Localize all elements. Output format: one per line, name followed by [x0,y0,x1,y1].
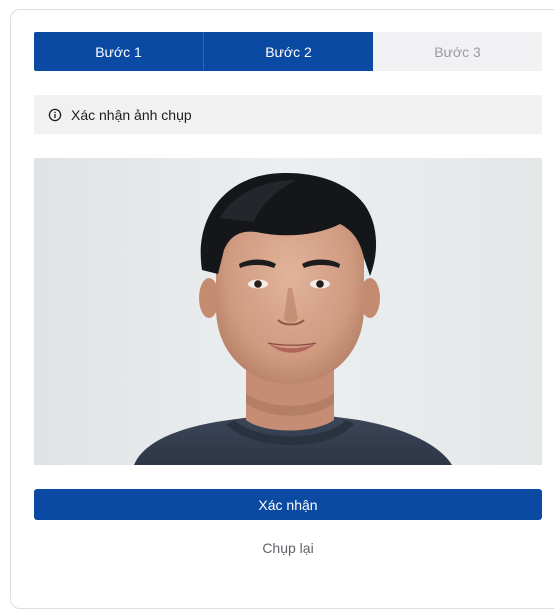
confirm-photo-notice: Xác nhận ảnh chụp [34,95,542,134]
step-2[interactable]: Bước 2 [203,32,373,71]
step-3[interactable]: Bước 3 [373,32,542,71]
captured-photo [34,158,542,465]
notice-text: Xác nhận ảnh chụp [71,106,192,123]
stepper: Bước 1 Bước 2 Bước 3 [34,32,542,71]
step-2-label: Bước 2 [265,43,312,60]
step-1[interactable]: Bước 1 [34,32,203,71]
info-icon [48,108,62,122]
step-3-label: Bước 3 [434,43,481,60]
confirm-button[interactable]: Xác nhận [34,489,542,520]
step-1-label: Bước 1 [95,43,142,60]
portrait-photo [34,158,542,465]
retake-button[interactable]: Chụp lại [34,536,542,560]
